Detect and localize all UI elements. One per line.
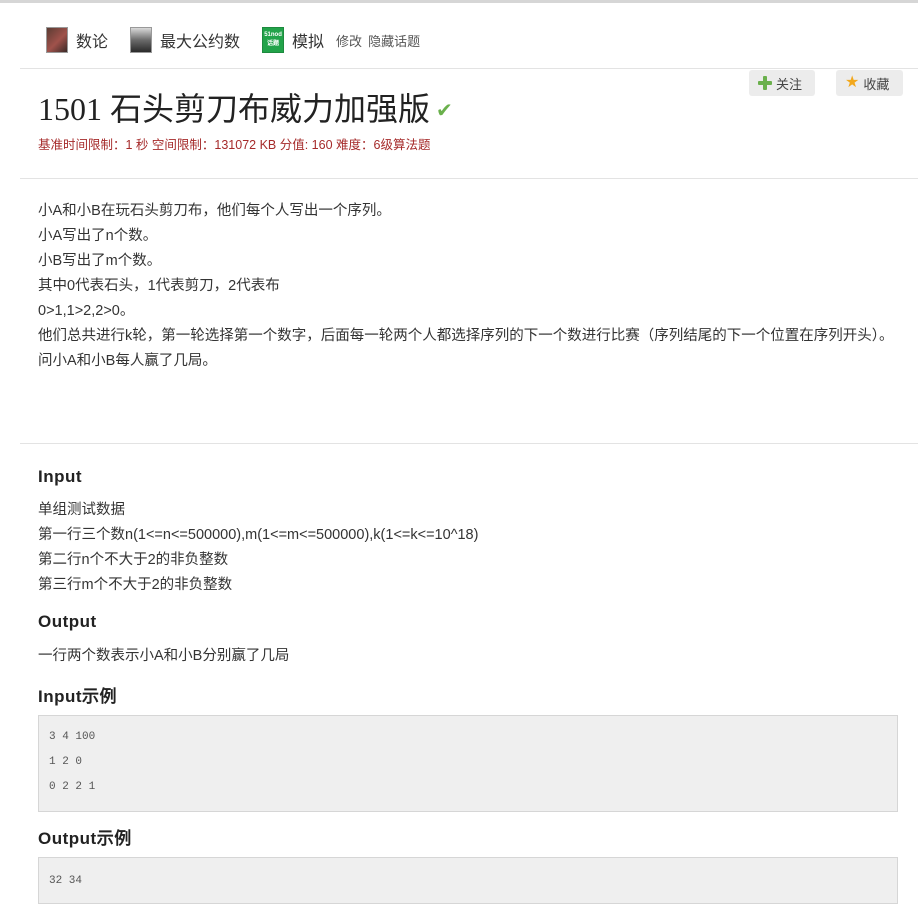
- tag-label: 模拟: [292, 34, 325, 51]
- problem-title-row: 1501 石头剪刀布威力加强版 ✔: [38, 84, 453, 130]
- input-example-heading: Input示例: [38, 687, 118, 706]
- description-line: 他们总共进行k轮，第一轮选择第一个数字，后面每一轮两个人都选择序列的下一个数进行…: [38, 328, 894, 344]
- input-example-box[interactable]: 3 4 100 1 2 0 0 2 2 1: [38, 715, 898, 812]
- tag-label: 数论: [76, 34, 109, 51]
- description-line: 问小A和小B每人赢了几局。: [38, 353, 217, 369]
- top-border: [0, 0, 918, 3]
- input-line: 第三行m个不大于2的非负整数: [38, 577, 233, 593]
- sample-line: 1 2 0: [49, 756, 83, 768]
- description-line: 其中0代表石头，1代表剪刀，2代表布: [38, 278, 280, 294]
- gcd-avatar-icon: [130, 27, 153, 53]
- favorite-label: 收藏: [863, 76, 890, 92]
- tag-simulation[interactable]: 51nod 话题 模拟: [262, 27, 324, 53]
- sample-line: 3 4 100: [49, 731, 96, 743]
- divider: [20, 178, 918, 179]
- output-example-box[interactable]: 32 34: [38, 857, 898, 904]
- sample-line: 32 34: [49, 875, 83, 887]
- input-line: 第二行n个不大于2的非负整数: [38, 552, 229, 568]
- input-line: 单组测试数据: [38, 502, 125, 518]
- problem-limits: 基准时间限制：1 秒 空间限制：131072 KB 分值: 160 难度：6级算…: [38, 138, 431, 152]
- hide-tags-link[interactable]: 隐藏话题: [368, 31, 420, 50]
- divider: [20, 443, 918, 444]
- description-line: 小B写出了m个数。: [38, 253, 162, 269]
- plus-icon: [758, 76, 772, 90]
- simulation-51nod-icon: 51nod 话题: [262, 27, 285, 53]
- star-icon: ★: [845, 74, 860, 91]
- description-line: 0>1,1>2,2>0。: [38, 303, 135, 319]
- problem-description: 小A和小B在玩石头剪刀布，他们每个人写出一个序列。 小A写出了n个数。 小B写出…: [38, 199, 904, 374]
- edit-tags-link[interactable]: 修改: [336, 31, 362, 50]
- output-example-heading: Output示例: [38, 829, 132, 848]
- tag-label: 最大公约数: [160, 34, 241, 51]
- input-heading: Input: [38, 467, 83, 486]
- tag-number-theory[interactable]: 数论: [46, 27, 108, 53]
- problem-title: 1501 石头剪刀布威力加强版: [38, 91, 431, 127]
- description-line: 小A写出了n个数。: [38, 228, 158, 244]
- input-line: 第一行三个数n(1<=n<=500000),m(1<=m<=500000),k(…: [38, 527, 479, 543]
- tag-gcd[interactable]: 最大公约数: [130, 27, 240, 53]
- check-icon: ✔: [436, 98, 453, 122]
- favorite-button[interactable]: ★ 收藏: [836, 70, 903, 96]
- divider: [20, 68, 918, 69]
- description-line: 小A和小B在玩石头剪刀布，他们每个人写出一个序列。: [38, 203, 391, 219]
- input-spec: 单组测试数据 第一行三个数n(1<=n<=500000),m(1<=m<=500…: [38, 498, 898, 598]
- output-spec: 一行两个数表示小A和小B分别赢了几局: [38, 648, 290, 664]
- output-heading: Output: [38, 612, 97, 631]
- sample-line: 0 2 2 1: [49, 781, 96, 793]
- number-theory-avatar-icon: [46, 27, 68, 53]
- follow-label: 关注: [776, 76, 803, 92]
- follow-button[interactable]: 关注: [749, 70, 815, 96]
- topic-tag-bar: 数论 最大公约数 51nod 话题 模拟 修改 隐藏话题: [46, 25, 426, 55]
